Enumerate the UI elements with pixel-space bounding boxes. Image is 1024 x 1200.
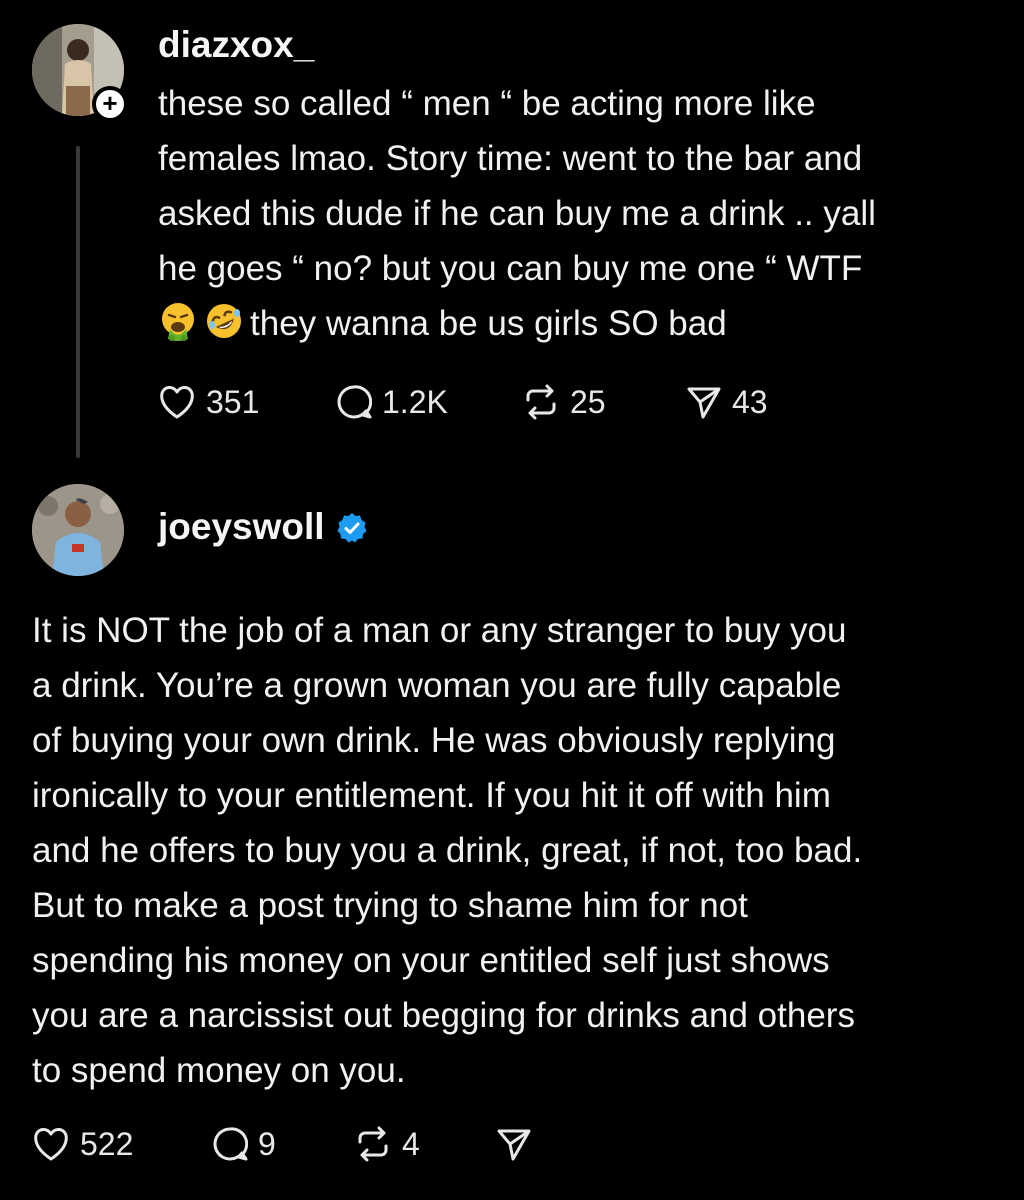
thread-line [76, 146, 80, 458]
repost-button[interactable]: 25 [522, 382, 606, 422]
post-text: these so called “ men “ be acting more l… [158, 76, 876, 351]
heart-icon [160, 385, 194, 419]
verified-check-icon [337, 513, 367, 543]
reply-count: 1.2K [382, 384, 448, 420]
post-text-line: these so called “ men “ be acting more l… [158, 84, 816, 123]
avatar-photo-icon [32, 484, 124, 576]
repost-count: 4 [402, 1126, 420, 1162]
like-button[interactable]: 522 [32, 1124, 133, 1164]
post-text-line: ironically to your entitlement. If you h… [32, 776, 831, 815]
repost-button[interactable]: 4 [354, 1124, 420, 1164]
post-text-line: It is NOT the job of a man or any strang… [32, 611, 847, 650]
share-button[interactable] [496, 1124, 532, 1164]
post-text-line: and he offers to buy you a drink, great,… [32, 831, 863, 870]
post-text-line: to spend money on you. [32, 1051, 406, 1090]
post-diazxox: + diazxox_ these so called “ men “ be ac… [0, 0, 1024, 470]
like-button[interactable]: 351 [158, 382, 259, 422]
post-text-line: of buying your own drink. He was obvious… [32, 721, 836, 760]
comment-icon [213, 1127, 248, 1161]
username[interactable]: diazxox_ [158, 24, 314, 66]
repost-icon [526, 384, 556, 420]
post-text-line-with-emoji: they wanna be us girls SO bad [158, 296, 876, 351]
repost-count: 25 [570, 384, 606, 420]
vomiting-face-icon [162, 303, 194, 341]
verified-badge [336, 512, 368, 549]
reply-count: 9 [258, 1126, 276, 1162]
post-text-line: females lmao. Story time: went to the ba… [158, 139, 863, 178]
repost-icon [358, 1126, 388, 1162]
post-text-line: you are a narcissist out begging for dri… [32, 996, 855, 1035]
like-count: 522 [80, 1126, 134, 1162]
post-text: It is NOT the job of a man or any strang… [32, 603, 862, 1098]
post-text-line: a drink. You’re a grown woman you are fu… [32, 666, 842, 705]
reply-button[interactable]: 9 [212, 1124, 276, 1164]
send-icon [497, 1129, 531, 1161]
share-count: 43 [732, 384, 768, 420]
post-text-line-text: they wanna be us girls SO bad [250, 304, 727, 343]
post-text-line: asked this dude if he can buy me a drink… [158, 194, 876, 233]
follow-button[interactable]: + [92, 86, 128, 122]
post-text-line: spending his money on your entitled self… [32, 941, 830, 980]
avatar[interactable] [32, 484, 124, 576]
heart-icon [34, 1127, 68, 1161]
like-count: 351 [206, 384, 260, 420]
share-button[interactable]: 43 [686, 382, 768, 422]
reply-button[interactable]: 1.2K [336, 382, 448, 422]
comment-icon [337, 385, 372, 419]
action-bar: 351 1.2K 25 43 [158, 382, 858, 422]
username[interactable]: joeyswoll [158, 506, 325, 548]
send-icon [687, 387, 721, 419]
action-bar: 522 9 4 [32, 1124, 632, 1164]
post-text-line: he goes “ no? but you can buy me one “ W… [158, 249, 863, 288]
rolling-on-floor-laughing-icon [207, 304, 241, 338]
post-text-line: But to make a post trying to shame him f… [32, 886, 748, 925]
